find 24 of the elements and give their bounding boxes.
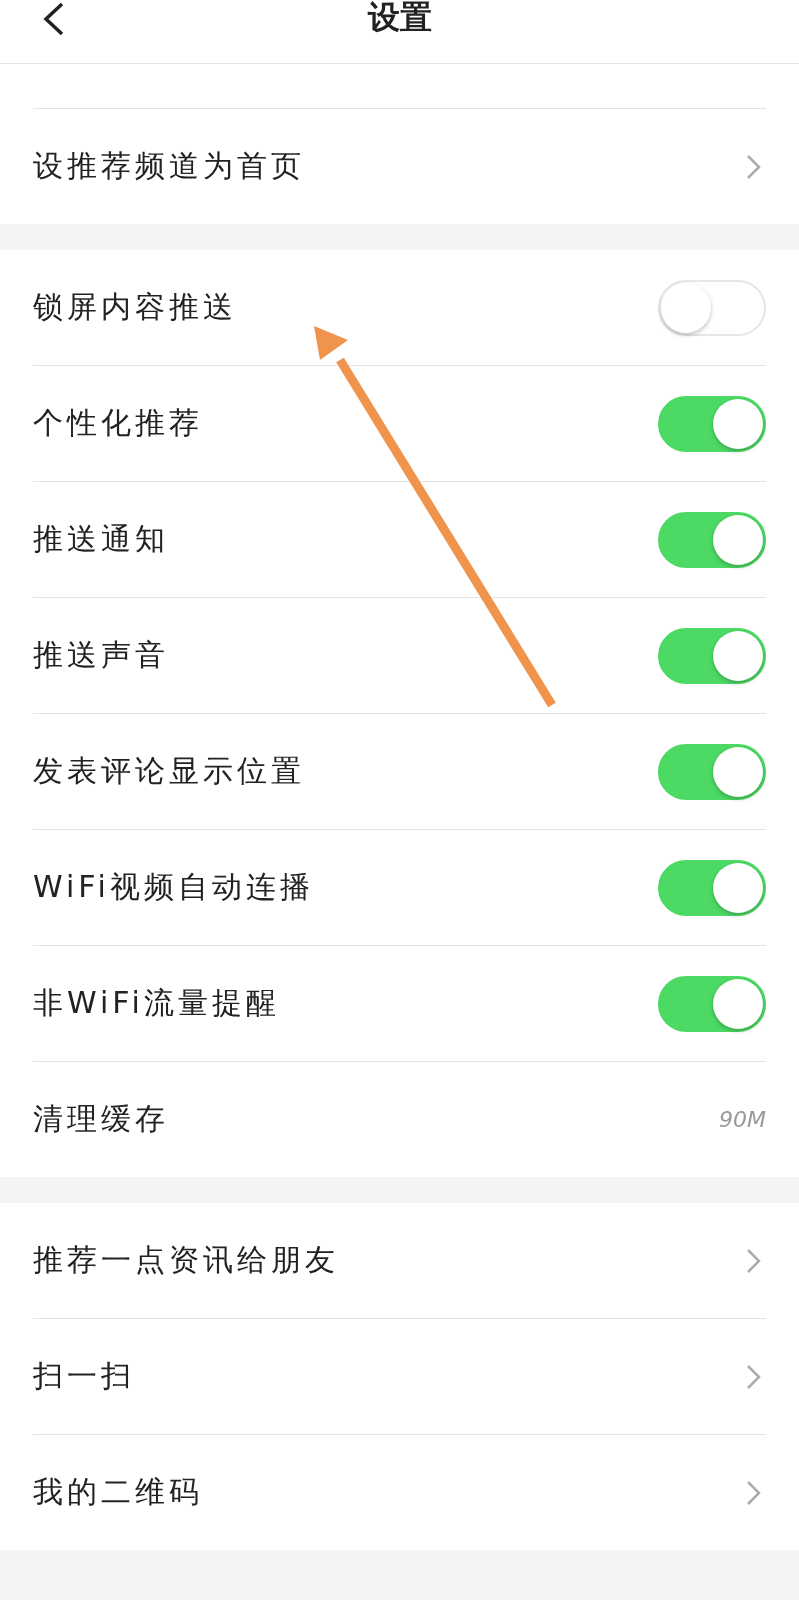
setting-label: 个性化推荐 — [33, 404, 203, 442]
cache-size: 90M — [719, 1107, 766, 1132]
toggle-switch[interactable] — [658, 859, 766, 916]
setting-label: 非WiFi流量提醒 — [33, 984, 280, 1022]
setting-label: 推荐一点资讯给朋友 — [33, 1241, 339, 1279]
setting-label: 锁屏内容推送 — [33, 288, 237, 326]
toggle-switch[interactable] — [658, 627, 766, 684]
toggle-switch[interactable] — [658, 511, 766, 568]
chevron-right-icon — [746, 1363, 762, 1390]
toggle-switch[interactable] — [658, 975, 766, 1032]
chevron-right-icon — [746, 1479, 762, 1506]
setting-label: 扫一扫 — [33, 1357, 135, 1395]
setting-label: 我的二维码 — [33, 1473, 203, 1511]
chevron-right-icon — [746, 1247, 762, 1274]
setting-label: 推送声音 — [33, 636, 169, 674]
toggle-switch[interactable] — [658, 743, 766, 800]
chevron-right-icon — [746, 153, 762, 180]
setting-label: 发表评论显示位置 — [33, 752, 305, 790]
toggle-switch[interactable] — [658, 395, 766, 452]
setting-label: 清理缓存 — [33, 1100, 169, 1138]
setting-label: 设推荐频道为首页 — [33, 147, 305, 185]
setting-label: 推送通知 — [33, 520, 169, 558]
page-title: 设置 — [367, 0, 432, 38]
setting-label: WiFi视频自动连播 — [33, 868, 314, 906]
